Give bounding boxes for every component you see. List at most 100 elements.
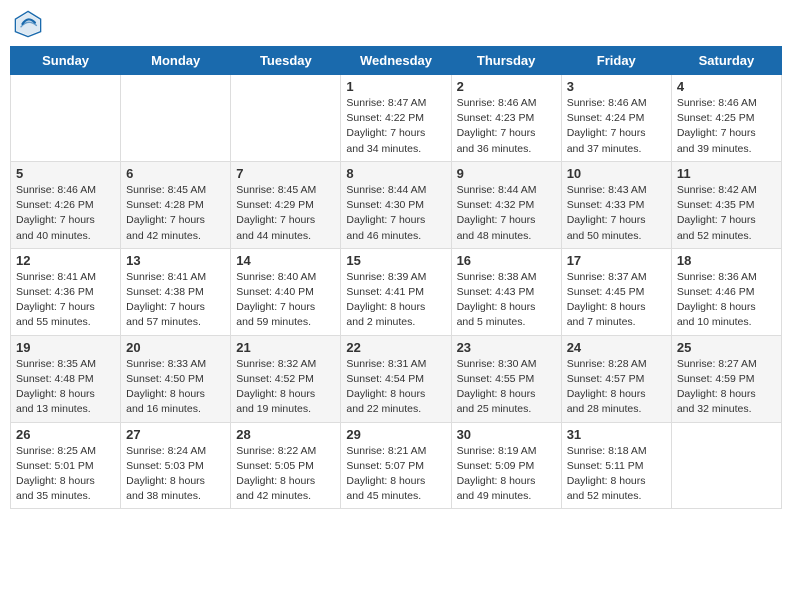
day-number: 20: [126, 340, 225, 355]
logo-icon: [14, 10, 42, 38]
day-number: 31: [567, 427, 666, 442]
day-number: 14: [236, 253, 335, 268]
day-number: 21: [236, 340, 335, 355]
calendar-cell: 12 Sunrise: 8:41 AMSunset: 4:36 PMDayligh…: [11, 248, 121, 335]
calendar-table: SundayMondayTuesdayWednesdayThursdayFrid…: [10, 46, 782, 509]
day-info: Sunrise: 8:46 AMSunset: 4:23 PMDaylight:…: [457, 96, 556, 157]
day-info: Sunrise: 8:28 AMSunset: 4:57 PMDaylight:…: [567, 357, 666, 418]
day-number: 30: [457, 427, 556, 442]
calendar-cell: 7 Sunrise: 8:45 AMSunset: 4:29 PMDaylight…: [231, 161, 341, 248]
day-info: Sunrise: 8:27 AMSunset: 4:59 PMDaylight:…: [677, 357, 776, 418]
calendar-cell: [121, 75, 231, 162]
day-number: 10: [567, 166, 666, 181]
calendar-cell: 8 Sunrise: 8:44 AMSunset: 4:30 PMDaylight…: [341, 161, 451, 248]
day-info: Sunrise: 8:45 AMSunset: 4:29 PMDaylight:…: [236, 183, 335, 244]
day-number: 7: [236, 166, 335, 181]
day-number: 24: [567, 340, 666, 355]
page-header: [10, 10, 782, 38]
day-info: Sunrise: 8:46 AMSunset: 4:24 PMDaylight:…: [567, 96, 666, 157]
day-info: Sunrise: 8:22 AMSunset: 5:05 PMDaylight:…: [236, 444, 335, 505]
day-info: Sunrise: 8:36 AMSunset: 4:46 PMDaylight:…: [677, 270, 776, 331]
day-number: 5: [16, 166, 115, 181]
day-info: Sunrise: 8:32 AMSunset: 4:52 PMDaylight:…: [236, 357, 335, 418]
day-info: Sunrise: 8:19 AMSunset: 5:09 PMDaylight:…: [457, 444, 556, 505]
day-info: Sunrise: 8:43 AMSunset: 4:33 PMDaylight:…: [567, 183, 666, 244]
calendar-cell: 15 Sunrise: 8:39 AMSunset: 4:41 PMDayligh…: [341, 248, 451, 335]
day-number: 28: [236, 427, 335, 442]
day-number: 12: [16, 253, 115, 268]
weekday-row: SundayMondayTuesdayWednesdayThursdayFrid…: [11, 47, 782, 75]
day-number: 4: [677, 79, 776, 94]
calendar-cell: 13 Sunrise: 8:41 AMSunset: 4:38 PMDayligh…: [121, 248, 231, 335]
day-info: Sunrise: 8:42 AMSunset: 4:35 PMDaylight:…: [677, 183, 776, 244]
weekday-header-tuesday: Tuesday: [231, 47, 341, 75]
day-number: 16: [457, 253, 556, 268]
weekday-header-saturday: Saturday: [671, 47, 781, 75]
calendar-cell: 23Sunrise: 8:30 AMSunset: 4:55 PMDayligh…: [451, 335, 561, 422]
calendar-cell: 18 Sunrise: 8:36 AMSunset: 4:46 PMDayligh…: [671, 248, 781, 335]
weekday-header-wednesday: Wednesday: [341, 47, 451, 75]
weekday-header-sunday: Sunday: [11, 47, 121, 75]
day-info: Sunrise: 8:33 AMSunset: 4:50 PMDaylight:…: [126, 357, 225, 418]
calendar-cell: [11, 75, 121, 162]
day-number: 13: [126, 253, 225, 268]
calendar-cell: 19 Sunrise: 8:35 AMSunset: 4:48 PMDayligh…: [11, 335, 121, 422]
calendar-cell: 14Sunrise: 8:40 AMSunset: 4:40 PMDayligh…: [231, 248, 341, 335]
calendar-body: 1Sunrise: 8:47 AMSunset: 4:22 PMDaylight…: [11, 75, 782, 509]
day-number: 29: [346, 427, 445, 442]
day-info: Sunrise: 8:39 AMSunset: 4:41 PMDaylight:…: [346, 270, 445, 331]
week-row-1: 1Sunrise: 8:47 AMSunset: 4:22 PMDaylight…: [11, 75, 782, 162]
calendar-cell: 21 Sunrise: 8:32 AMSunset: 4:52 PMDayligh…: [231, 335, 341, 422]
day-number: 19: [16, 340, 115, 355]
day-number: 25: [677, 340, 776, 355]
day-number: 6: [126, 166, 225, 181]
calendar-cell: 16 Sunrise: 8:38 AMSunset: 4:43 PMDayligh…: [451, 248, 561, 335]
day-number: 1: [346, 79, 445, 94]
calendar-cell: 4Sunrise: 8:46 AMSunset: 4:25 PMDaylight…: [671, 75, 781, 162]
day-info: Sunrise: 8:46 AMSunset: 4:26 PMDaylight:…: [16, 183, 115, 244]
day-info: Sunrise: 8:38 AMSunset: 4:43 PMDaylight:…: [457, 270, 556, 331]
day-info: Sunrise: 8:25 AMSunset: 5:01 PMDaylight:…: [16, 444, 115, 505]
week-row-2: 5 Sunrise: 8:46 AMSunset: 4:26 PMDaylight…: [11, 161, 782, 248]
day-info: Sunrise: 8:18 AMSunset: 5:11 PMDaylight:…: [567, 444, 666, 505]
day-info: Sunrise: 8:45 AMSunset: 4:28 PMDaylight:…: [126, 183, 225, 244]
day-info: Sunrise: 8:41 AMSunset: 4:38 PMDaylight:…: [126, 270, 225, 331]
calendar-cell: 5 Sunrise: 8:46 AMSunset: 4:26 PMDaylight…: [11, 161, 121, 248]
calendar-cell: 25 Sunrise: 8:27 AMSunset: 4:59 PMDayligh…: [671, 335, 781, 422]
weekday-header-friday: Friday: [561, 47, 671, 75]
day-info: Sunrise: 8:21 AMSunset: 5:07 PMDaylight:…: [346, 444, 445, 505]
day-info: Sunrise: 8:30 AMSunset: 4:55 PMDaylight:…: [457, 357, 556, 418]
day-number: 15: [346, 253, 445, 268]
calendar-cell: 24 Sunrise: 8:28 AMSunset: 4:57 PMDayligh…: [561, 335, 671, 422]
calendar-cell: 17 Sunrise: 8:37 AMSunset: 4:45 PMDayligh…: [561, 248, 671, 335]
calendar-cell: 28 Sunrise: 8:22 AMSunset: 5:05 PMDayligh…: [231, 422, 341, 509]
day-number: 26: [16, 427, 115, 442]
day-number: 3: [567, 79, 666, 94]
day-number: 27: [126, 427, 225, 442]
calendar-cell: 30 Sunrise: 8:19 AMSunset: 5:09 PMDayligh…: [451, 422, 561, 509]
day-info: Sunrise: 8:41 AMSunset: 4:36 PMDaylight:…: [16, 270, 115, 331]
day-number: 2: [457, 79, 556, 94]
calendar-cell: 26 Sunrise: 8:25 AMSunset: 5:01 PMDayligh…: [11, 422, 121, 509]
calendar-cell: 9 Sunrise: 8:44 AMSunset: 4:32 PMDaylight…: [451, 161, 561, 248]
day-number: 8: [346, 166, 445, 181]
week-row-4: 19 Sunrise: 8:35 AMSunset: 4:48 PMDayligh…: [11, 335, 782, 422]
day-number: 18: [677, 253, 776, 268]
day-info: Sunrise: 8:37 AMSunset: 4:45 PMDaylight:…: [567, 270, 666, 331]
day-info: Sunrise: 8:35 AMSunset: 4:48 PMDaylight:…: [16, 357, 115, 418]
calendar-cell: 11Sunrise: 8:42 AMSunset: 4:35 PMDayligh…: [671, 161, 781, 248]
day-info: Sunrise: 8:44 AMSunset: 4:30 PMDaylight:…: [346, 183, 445, 244]
calendar-cell: 10 Sunrise: 8:43 AMSunset: 4:33 PMDayligh…: [561, 161, 671, 248]
day-number: 9: [457, 166, 556, 181]
weekday-header-monday: Monday: [121, 47, 231, 75]
day-info: Sunrise: 8:31 AMSunset: 4:54 PMDaylight:…: [346, 357, 445, 418]
logo: [14, 10, 46, 38]
calendar-cell: 2 Sunrise: 8:46 AMSunset: 4:23 PMDaylight…: [451, 75, 561, 162]
day-number: 17: [567, 253, 666, 268]
day-info: Sunrise: 8:44 AMSunset: 4:32 PMDaylight:…: [457, 183, 556, 244]
calendar-cell: 6 Sunrise: 8:45 AMSunset: 4:28 PMDaylight…: [121, 161, 231, 248]
day-number: 22: [346, 340, 445, 355]
calendar-header: SundayMondayTuesdayWednesdayThursdayFrid…: [11, 47, 782, 75]
day-info: Sunrise: 8:24 AMSunset: 5:03 PMDaylight:…: [126, 444, 225, 505]
week-row-3: 12 Sunrise: 8:41 AMSunset: 4:36 PMDayligh…: [11, 248, 782, 335]
